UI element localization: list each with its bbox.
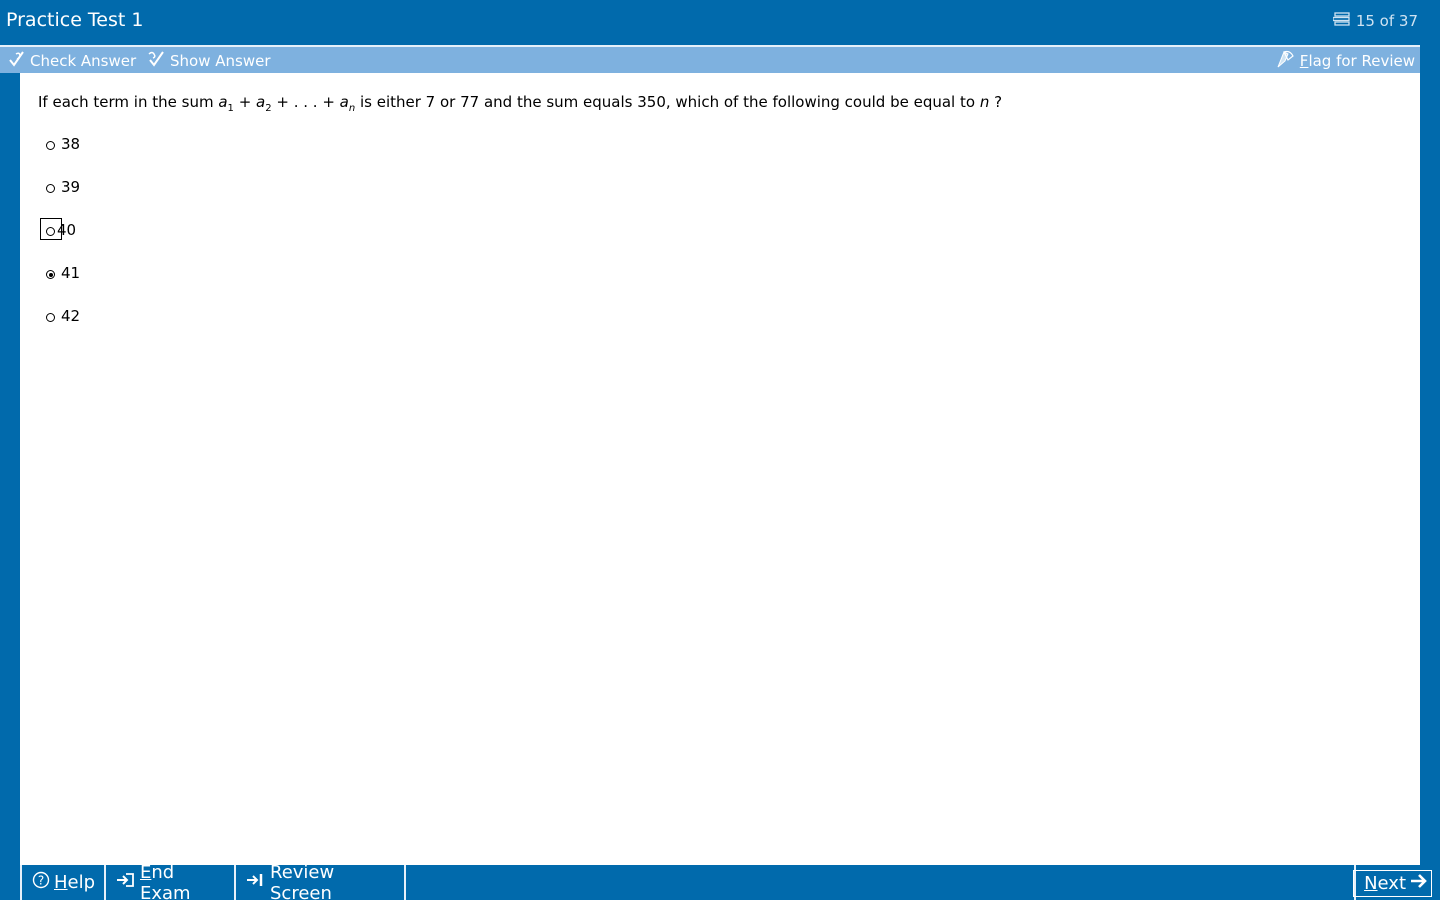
answer-choices: 38 39 40 41 42	[40, 135, 80, 350]
show-answer-label: Show Answer	[170, 52, 271, 70]
divider	[404, 865, 406, 900]
check-answer-icon	[8, 50, 26, 72]
radio-button-selected[interactable]	[46, 270, 55, 279]
bottom-bar: ? Help End Exam Review Screen Next	[20, 862, 1440, 904]
question-end: ?	[989, 93, 1003, 111]
choice-42[interactable]: 42	[40, 307, 80, 350]
radio-button[interactable]	[46, 313, 55, 322]
flag-icon	[1276, 50, 1296, 72]
toolbar: Check Answer Show Answer Flag for Review	[0, 45, 1420, 73]
question-counter: 15 of 37	[1332, 12, 1418, 30]
list-icon	[1332, 12, 1351, 30]
choice-label: 39	[61, 178, 81, 196]
check-answer-label: Check Answer	[30, 52, 137, 70]
end-exam-icon	[116, 872, 136, 893]
question-panel: If each term in the sum a1 + a2 + . . . …	[20, 73, 1420, 865]
choice-41[interactable]: 41	[40, 264, 80, 307]
flag-for-review-button[interactable]: Flag for Review	[1276, 50, 1415, 72]
counter-text: 15 of 37	[1355, 12, 1418, 30]
arrow-right-icon	[1410, 873, 1428, 894]
exam-title: Practice Test 1	[6, 9, 144, 31]
plus-1: +	[233, 93, 257, 111]
review-screen-icon	[246, 872, 266, 893]
end-exam-button[interactable]: End Exam	[106, 862, 234, 904]
right-rail	[1420, 45, 1440, 900]
title-bar: Practice Test 1 15 of 37	[0, 0, 1440, 45]
var-n: n	[979, 93, 990, 111]
end-exam-label: End Exam	[140, 861, 191, 904]
next-label: Next	[1364, 873, 1406, 894]
check-answer-button[interactable]: Check Answer	[8, 50, 136, 72]
choice-label: 38	[61, 135, 81, 153]
show-answer-icon	[148, 50, 166, 72]
question-text: If each term in the sum a1 + a2 + . . . …	[38, 93, 1002, 114]
question-part2: is either 7 or 77 and the sum equals 350…	[355, 93, 980, 111]
plus-2: + . . . +	[271, 93, 340, 111]
term-a2: a	[256, 93, 266, 111]
choice-39[interactable]: 39	[40, 178, 80, 221]
radio-button[interactable]	[46, 184, 55, 193]
review-screen-label: Review Screen	[270, 861, 335, 904]
flag-for-review-label: Flag for Review	[1299, 52, 1415, 70]
help-label: Help	[54, 872, 96, 893]
radio-button[interactable]	[46, 227, 55, 236]
review-screen-button[interactable]: Review Screen	[236, 862, 404, 904]
question-part1: If each term in the sum	[38, 93, 219, 111]
svg-text:?: ?	[38, 874, 44, 888]
term-an: a	[339, 93, 349, 111]
choice-label: 41	[61, 264, 81, 282]
radio-button[interactable]	[46, 141, 55, 150]
choice-38[interactable]: 38	[40, 135, 80, 178]
help-button[interactable]: ? Help	[22, 865, 104, 900]
help-icon: ?	[32, 871, 50, 894]
show-answer-button[interactable]: Show Answer	[148, 50, 271, 72]
next-button[interactable]: Next	[1353, 870, 1432, 897]
choice-label: 42	[61, 307, 81, 325]
choice-40[interactable]: 40	[40, 218, 80, 264]
left-rail	[0, 73, 20, 900]
term-a1: a	[218, 93, 228, 111]
